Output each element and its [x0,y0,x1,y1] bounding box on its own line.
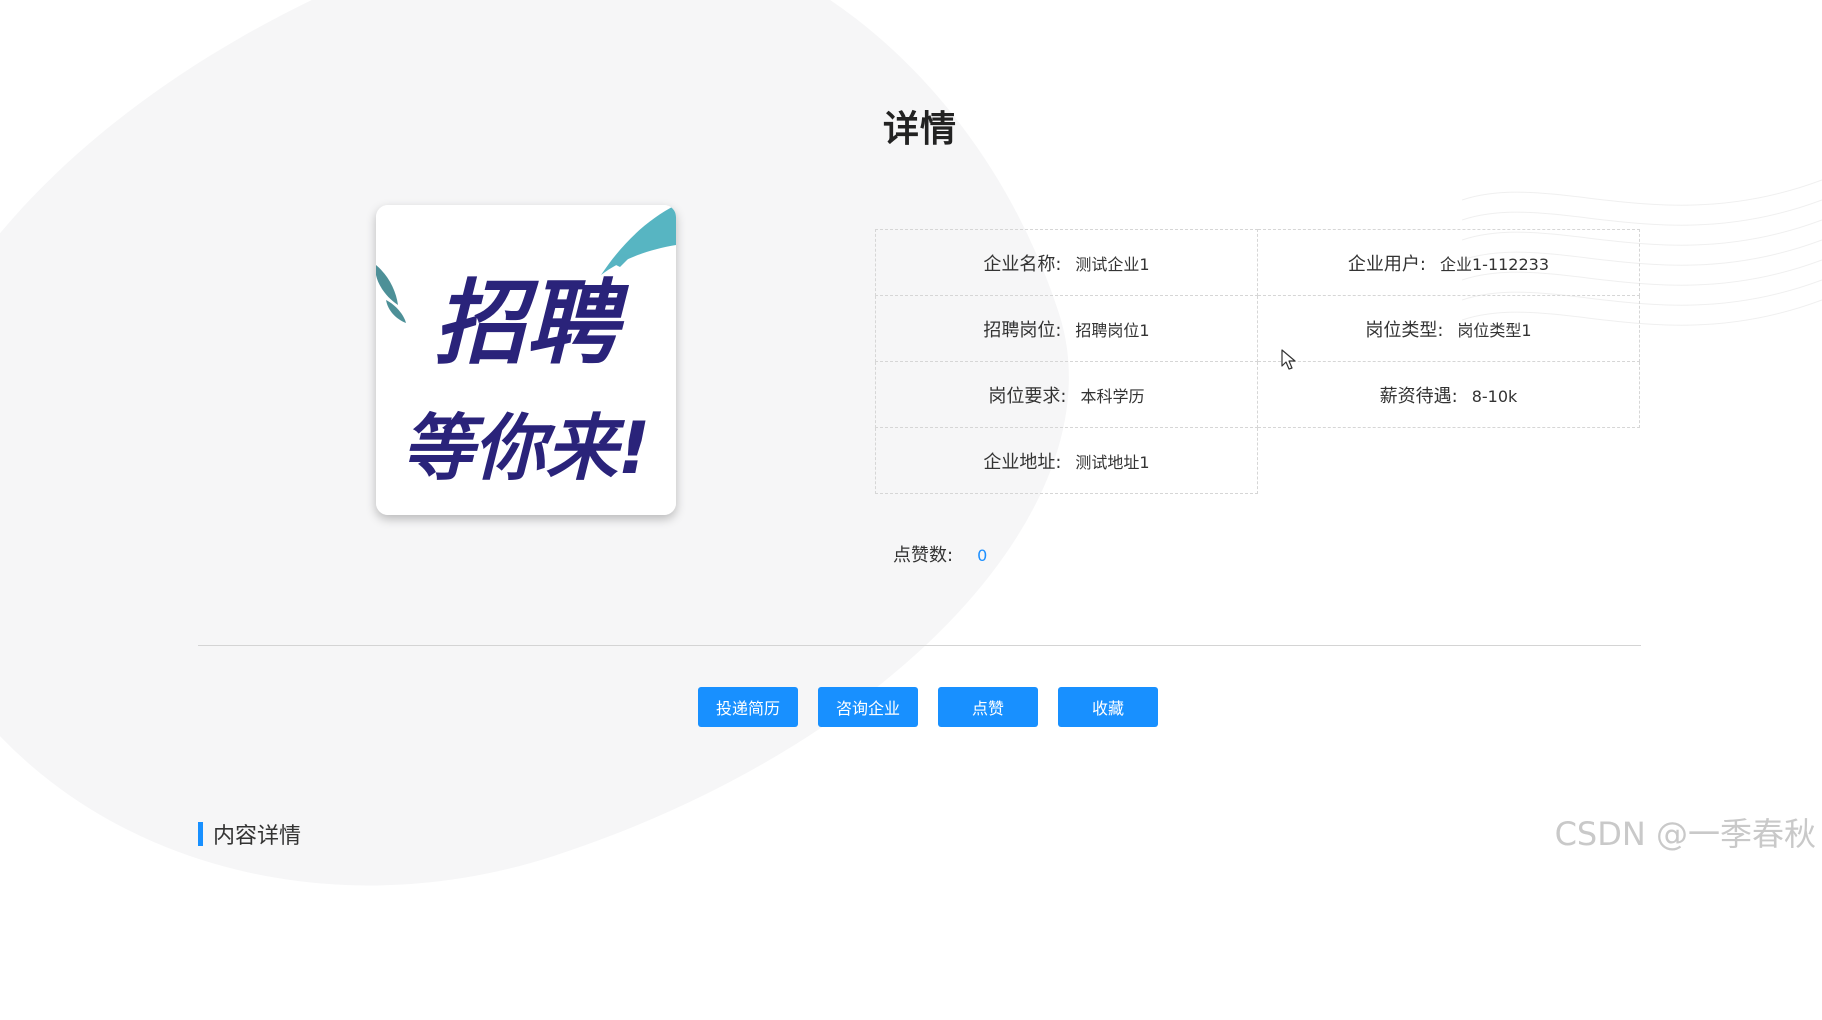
company-user-cell: 企业用户: 企业1-112233 [1256,229,1641,296]
job-requirement-cell: 岗位要求: 本科学历 [875,361,1258,428]
empty-cell [1257,428,1639,494]
like-count: 点赞数: 0 [893,541,987,567]
poster-line1: 招聘 [434,270,630,377]
poster-graphic: 招聘 等你来! [376,205,676,515]
watermark: CSDN @一季春秋 [1554,815,1816,853]
cell-value: 岗位类型1 [1457,320,1532,340]
cell-label: 企业用户: [1347,253,1426,275]
salary-cell: 薪资待遇: 8-10k [1256,361,1641,428]
like-button[interactable]: 点赞 [938,687,1038,727]
cell-label: 岗位类型: [1365,319,1444,341]
mouse-cursor-icon [1281,349,1296,370]
cell-label: 企业地址: [983,451,1062,473]
company-address-cell: 企业地址: 测试地址1 [875,427,1258,494]
divider [198,645,1641,646]
cell-value: 8-10k [1471,386,1518,406]
content-detail-title: 内容详情 [213,824,302,849]
table-row: 企业名称: 测试企业1 企业用户: 企业1-112233 [875,229,1641,296]
job-poster-image: 招聘 等你来! [376,205,676,515]
cell-value: 测试企业1 [1075,254,1150,274]
job-type-cell: 岗位类型: 岗位类型1 [1256,295,1641,362]
consult-company-button[interactable]: 咨询企业 [818,687,918,727]
cell-value: 招聘岗位1 [1075,320,1150,340]
cell-value: 测试地址1 [1075,452,1150,472]
poster-line2: 等你来! [402,406,651,490]
cell-label: 企业名称: [983,253,1062,275]
table-row: 岗位要求: 本科学历 薪资待遇: 8-10k [875,361,1641,428]
cell-label: 岗位要求: [988,385,1067,407]
submit-resume-button[interactable]: 投递简历 [698,687,798,727]
section-accent-bar [198,822,203,846]
company-name-cell: 企业名称: 测试企业1 [875,229,1258,296]
job-info-table: 企业名称: 测试企业1 企业用户: 企业1-112233 招聘岗位: 招聘岗位1 岗位… [875,229,1641,494]
cell-label: 招聘岗位: [983,319,1062,341]
cell-value: 本科学历 [1080,386,1145,406]
action-buttons: 投递简历 咨询企业 点赞 收藏 [698,687,1158,727]
table-row: 招聘岗位: 招聘岗位1 岗位类型: 岗位类型1 [875,295,1641,362]
page-title: 详情 [882,109,957,150]
cell-label: 薪资待遇: [1379,385,1458,407]
like-count-label: 点赞数: [893,545,954,566]
job-position-cell: 招聘岗位: 招聘岗位1 [875,295,1258,362]
cell-value: 企业1-112233 [1439,254,1550,274]
table-row: 企业地址: 测试地址1 [875,427,1640,494]
favorite-button[interactable]: 收藏 [1058,687,1158,727]
like-count-value: 0 [977,546,988,565]
content-detail-heading: 内容详情 [198,822,301,849]
